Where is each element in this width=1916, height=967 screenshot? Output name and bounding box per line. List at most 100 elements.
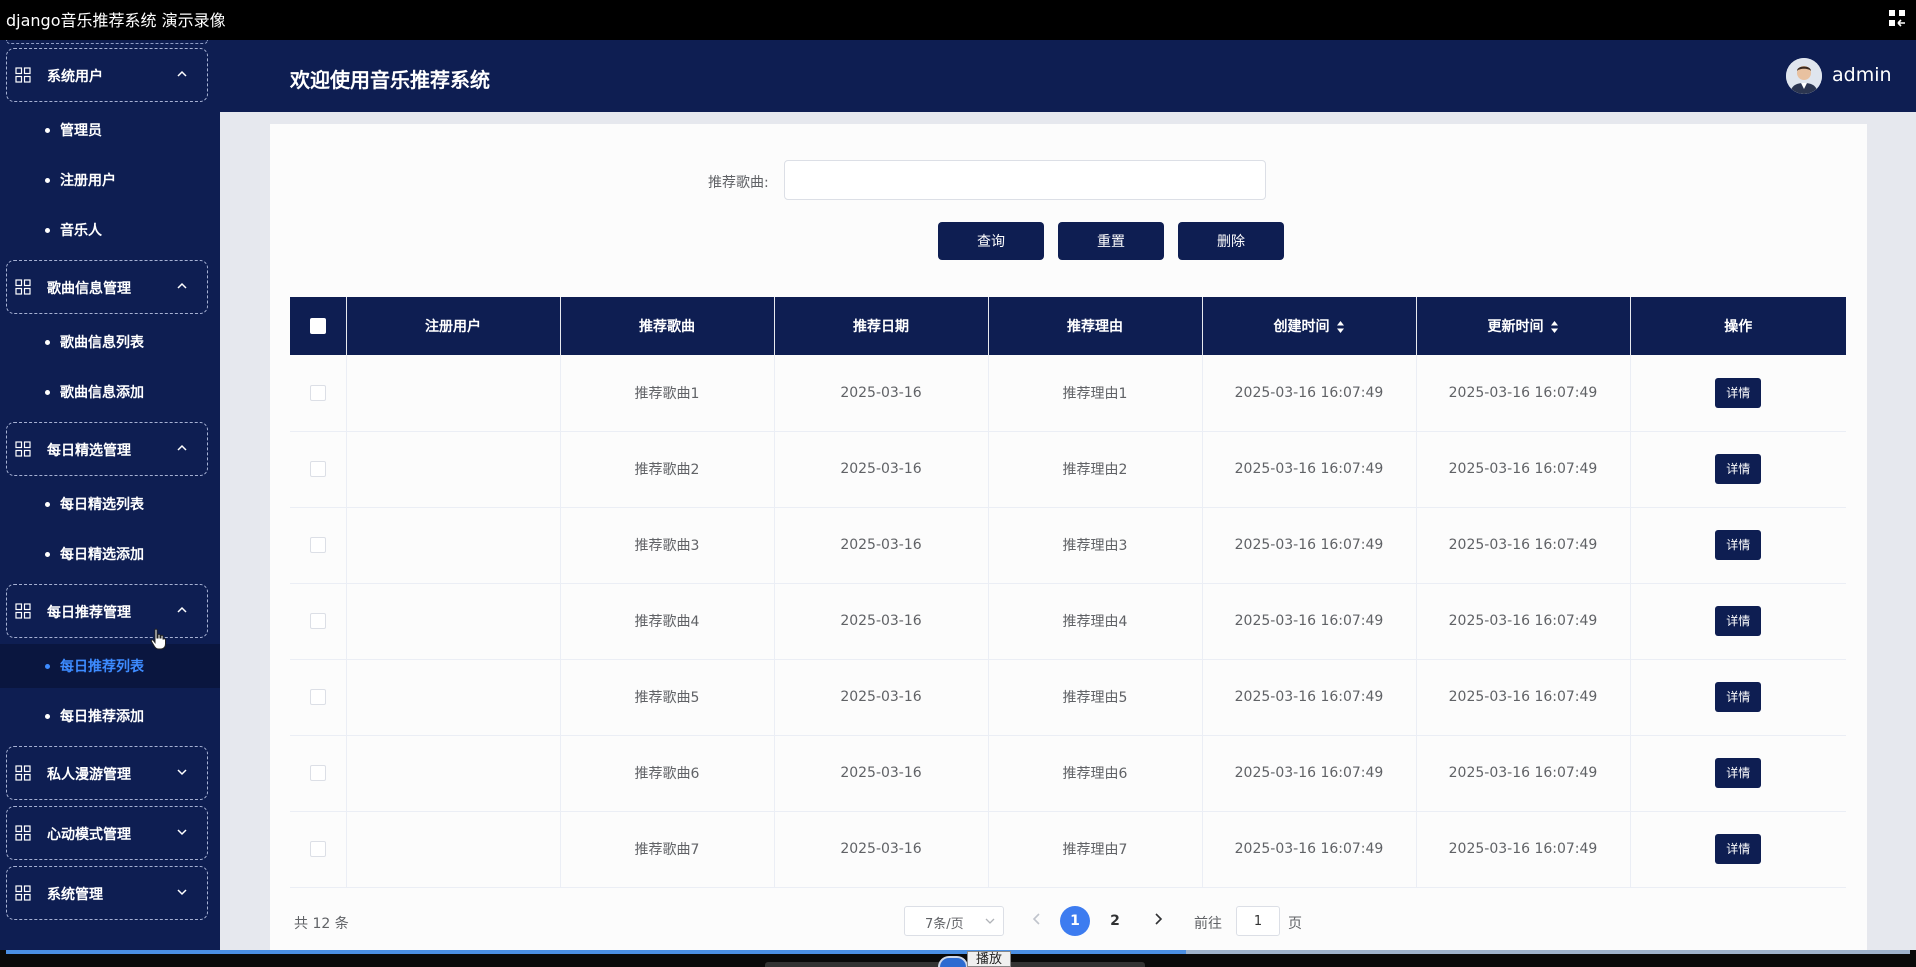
detail-button[interactable]: 详情 — [1715, 834, 1762, 864]
mouse-cursor-icon — [150, 628, 166, 650]
exit-fullscreen-icon[interactable] — [1888, 9, 1906, 27]
sidebar-item[interactable]: 管理员 — [0, 108, 220, 152]
table-row: 推荐歌曲6 2025-03-16 推荐理由6 2025-03-16 16:07:49 2… — [290, 735, 1846, 812]
cell-song: 推荐歌曲1 — [560, 355, 775, 432]
col-updated[interactable]: 更新时间 — [1416, 297, 1631, 355]
delete-button[interactable]: 删除 — [1178, 222, 1284, 260]
cell-actions: 详情 — [1630, 583, 1846, 660]
row-select-cell — [290, 431, 347, 508]
table-row: 推荐歌曲7 2025-03-16 推荐理由7 2025-03-16 16:07:49 2… — [290, 811, 1846, 888]
menu-group-label: 歌曲信息管理 — [47, 281, 131, 297]
detail-button[interactable]: 详情 — [1715, 606, 1762, 636]
sidebar-item[interactable]: 注册用户 — [0, 158, 220, 202]
cell-date: 2025-03-16 — [774, 507, 989, 584]
total-count: 共 12 条 — [294, 916, 349, 932]
row-checkbox[interactable] — [309, 765, 326, 781]
next-page-icon[interactable] — [1151, 912, 1165, 926]
grid-icon — [15, 825, 31, 841]
cell-created: 2025-03-16 16:07:49 — [1202, 507, 1417, 584]
sidebar-item[interactable]: 歌曲信息列表 — [0, 320, 220, 364]
select-all-checkbox[interactable] — [309, 318, 326, 334]
prev-page-icon[interactable] — [1030, 912, 1044, 926]
bullet-dot — [45, 228, 50, 233]
grid-icon — [15, 279, 31, 295]
menu-group[interactable]: 歌曲信息管理 — [6, 260, 208, 314]
sidebar-item-label: 管理员 — [60, 123, 102, 139]
page-size-select[interactable]: 7条/页 — [904, 906, 1004, 936]
detail-button[interactable]: 详情 — [1715, 758, 1762, 788]
page-1-button[interactable]: 1 — [1060, 906, 1090, 936]
sidebar-item[interactable]: 音乐人 — [0, 208, 220, 252]
cell-created: 2025-03-16 16:07:49 — [1202, 355, 1417, 432]
cell-created: 2025-03-16 16:07:49 — [1202, 811, 1417, 888]
cell-updated: 2025-03-16 16:07:49 — [1416, 507, 1631, 584]
bullet-dot — [45, 714, 50, 719]
menu-group[interactable]: 每日推荐管理 — [6, 584, 208, 638]
cell-date: 2025-03-16 — [774, 811, 989, 888]
sort-icon[interactable] — [1550, 320, 1559, 334]
sidebar-item[interactable]: 每日推荐列表 — [0, 644, 220, 688]
row-checkbox[interactable] — [309, 689, 326, 705]
row-checkbox[interactable] — [309, 461, 326, 477]
cell-created: 2025-03-16 16:07:49 — [1202, 431, 1417, 508]
row-checkbox[interactable] — [309, 613, 326, 629]
table-header-row: 注册用户 推荐歌曲 推荐日期 推荐理由 创建时间 更新时间 操作 — [290, 297, 1846, 355]
table-row: 推荐歌曲1 2025-03-16 推荐理由1 2025-03-16 16:07:49 2… — [290, 355, 1846, 432]
cell-actions: 详情 — [1630, 507, 1846, 584]
row-checkbox[interactable] — [309, 384, 326, 401]
bullet-dot — [45, 128, 50, 133]
sidebar-item[interactable]: 每日精选列表 — [0, 482, 220, 526]
main-content: 推荐歌曲: 查询 重置 删除 注册用户 推荐歌曲 推荐日期 推荐理由 创建时间 … — [220, 112, 1916, 950]
query-button[interactable]: 查询 — [938, 222, 1044, 260]
sidebar-item[interactable]: 歌曲信息添加 — [0, 370, 220, 414]
sidebar-item[interactable]: 每日精选添加 — [0, 532, 220, 576]
detail-button[interactable]: 详情 — [1715, 530, 1762, 560]
chevron-up-icon — [177, 70, 187, 77]
avatar[interactable] — [1786, 58, 1822, 94]
grid-icon — [15, 603, 31, 619]
sidebar-item-label: 音乐人 — [60, 223, 102, 239]
row-checkbox[interactable] — [309, 841, 326, 857]
sort-icon[interactable] — [1336, 320, 1345, 334]
menu-group-label: 每日精选管理 — [47, 443, 131, 459]
cell-song: 推荐歌曲6 — [560, 735, 775, 812]
chevron-down-icon — [177, 889, 187, 896]
username-label[interactable]: admin — [1832, 64, 1892, 86]
menu-group-label: 每日推荐管理 — [47, 605, 131, 621]
menu-group[interactable]: 系统用户 — [6, 48, 208, 102]
sidebar-item-label: 每日推荐列表 — [60, 659, 144, 675]
detail-button[interactable]: 详情 — [1715, 454, 1762, 484]
sidebar-item[interactable]: 每日推荐添加 — [0, 694, 220, 738]
table-row: 推荐歌曲2 2025-03-16 推荐理由2 2025-03-16 16:07:49 2… — [290, 431, 1846, 508]
cell-updated: 2025-03-16 16:07:49 — [1416, 431, 1631, 508]
select-all-cell — [290, 297, 347, 355]
cell-updated: 2025-03-16 16:07:49 — [1416, 583, 1631, 660]
playback-progress[interactable] — [6, 950, 1910, 954]
page-title: 欢迎使用音乐推荐系统 — [290, 68, 490, 92]
sidebar-menu: 系统用户 管理员 注册用户 音乐人 歌曲信息管理 歌曲信息列表 歌曲信息添加 每日精选管理 每日… — [0, 40, 220, 950]
window-titlebar: django音乐推荐系统 演示录像 — [0, 0, 1916, 40]
reset-button[interactable]: 重置 — [1058, 222, 1164, 260]
cell-user — [346, 811, 561, 888]
bullet-dot — [45, 552, 50, 557]
menu-group[interactable]: 私人漫游管理 — [6, 746, 208, 800]
menu-group-partial — [6, 40, 208, 44]
table-row: 推荐歌曲4 2025-03-16 推荐理由4 2025-03-16 16:07:49 2… — [290, 583, 1846, 660]
detail-button[interactable]: 详情 — [1715, 377, 1762, 408]
cell-user — [346, 583, 561, 660]
menu-group[interactable]: 心动模式管理 — [6, 806, 208, 860]
goto-page-input[interactable] — [1236, 906, 1280, 936]
col-created[interactable]: 创建时间 — [1202, 297, 1417, 355]
menu-group[interactable]: 每日精选管理 — [6, 422, 208, 476]
play-button[interactable] — [938, 956, 968, 967]
page-2-button[interactable]: 2 — [1100, 906, 1130, 936]
table-row: 推荐歌曲5 2025-03-16 推荐理由5 2025-03-16 16:07:49 2… — [290, 659, 1846, 736]
table-row: 推荐歌曲3 2025-03-16 推荐理由3 2025-03-16 16:07:49 2… — [290, 507, 1846, 584]
row-checkbox[interactable] — [309, 537, 326, 553]
song-search-input[interactable] — [784, 160, 1266, 200]
detail-button[interactable]: 详情 — [1715, 682, 1762, 712]
cell-updated: 2025-03-16 16:07:49 — [1416, 735, 1631, 812]
menu-group[interactable]: 系统管理 — [6, 866, 208, 920]
cell-reason: 推荐理由6 — [988, 735, 1203, 812]
col-reason: 推荐理由 — [988, 297, 1203, 355]
